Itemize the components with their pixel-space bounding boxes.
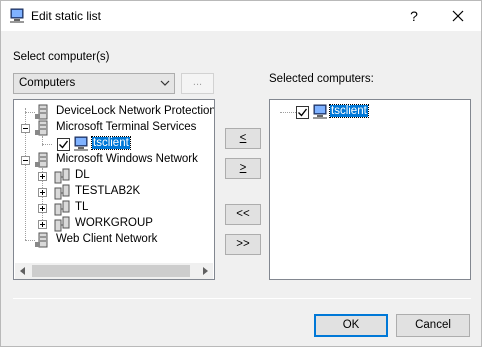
tree-node-label: WORKGROUP <box>75 217 153 229</box>
remove-all-button[interactable]: << <box>225 204 261 225</box>
computer-icon <box>10 8 24 23</box>
expand-icon[interactable] <box>38 188 47 197</box>
browse-button[interactable]: ... <box>181 73 214 94</box>
tree-node-label: tsclient <box>329 104 369 118</box>
computers-combobox[interactable]: Computers <box>13 73 175 94</box>
collapse-icon[interactable] <box>21 156 30 165</box>
server-icon <box>35 104 48 120</box>
close-icon[interactable] <box>447 5 469 27</box>
remove-button-label: < <box>239 132 247 144</box>
checkmark-icon <box>59 140 69 149</box>
scrollbar-thumb[interactable] <box>32 265 190 277</box>
tree-node-windows-network[interactable]: Microsoft Windows Network <box>14 152 214 168</box>
title-bar: Edit static list ? <box>1 1 481 31</box>
tree-node-label: TESTLAB2K <box>75 185 141 197</box>
tree-line <box>42 144 52 145</box>
remove-button[interactable]: < <box>225 128 261 149</box>
selected-computers-tree[interactable]: tsclient <box>269 99 471 280</box>
expand-icon[interactable] <box>38 220 47 229</box>
combobox-value: Computers <box>19 77 76 89</box>
tsclient-checkbox[interactable] <box>57 138 70 151</box>
server-icon <box>35 152 48 168</box>
tree-node-label: tsclient <box>91 136 131 150</box>
scroll-left-icon[interactable] <box>19 267 27 275</box>
server-icon <box>35 120 48 136</box>
selected-node-tsclient[interactable]: tsclient <box>270 104 470 120</box>
network-icon <box>54 184 70 200</box>
tree-node-label: Microsoft Windows Network <box>56 153 198 165</box>
cancel-button[interactable]: Cancel <box>396 314 470 337</box>
tree-node-label: Microsoft Terminal Services <box>56 121 197 133</box>
tree-node-web-client[interactable]: Web Client Network <box>14 232 214 248</box>
select-computers-label: Select computer(s) <box>13 51 110 63</box>
ok-button[interactable]: OK <box>314 314 388 337</box>
available-computers-tree[interactable]: DeviceLock Network Protection Microsoft … <box>13 99 215 280</box>
expand-icon[interactable] <box>38 172 47 181</box>
checkmark-icon <box>298 108 308 117</box>
network-icon <box>54 168 70 184</box>
server-icon <box>35 232 48 248</box>
tree-node-tl[interactable]: TL <box>14 200 214 216</box>
footer-separator <box>13 298 471 299</box>
help-button[interactable]: ? <box>403 5 425 27</box>
scroll-right-icon[interactable] <box>201 267 209 275</box>
tree-node-label: DL <box>75 169 90 181</box>
tree-node-devicelock[interactable]: DeviceLock Network Protection <box>14 104 214 120</box>
computer-icon <box>313 104 327 119</box>
tree-node-dl[interactable]: DL <box>14 168 214 184</box>
tree-node-workgroup[interactable]: WORKGROUP <box>14 216 214 232</box>
selected-computers-label: Selected computers: <box>269 73 374 85</box>
network-icon <box>54 216 70 232</box>
tree-node-label: DeviceLock Network Protection <box>56 105 215 117</box>
tree-node-terminal-services[interactable]: Microsoft Terminal Services <box>14 120 214 136</box>
edit-static-list-dialog: Edit static list ? Select computer(s) Co… <box>0 0 482 347</box>
window-title: Edit static list <box>31 9 102 23</box>
add-all-button[interactable]: >> <box>225 234 261 255</box>
chevron-down-icon <box>160 80 170 86</box>
add-button-label: > <box>239 162 247 174</box>
tree-node-tsclient[interactable]: tsclient <box>14 136 214 152</box>
collapse-icon[interactable] <box>21 124 30 133</box>
computer-icon <box>74 136 88 151</box>
add-button[interactable]: > <box>225 158 261 179</box>
tree-node-label: TL <box>75 201 89 213</box>
horizontal-scrollbar[interactable] <box>15 263 213 279</box>
network-icon <box>54 200 70 216</box>
tree-node-testlab2k[interactable]: TESTLAB2K <box>14 184 214 200</box>
tsclient-checkbox[interactable] <box>296 106 309 119</box>
expand-icon[interactable] <box>38 204 47 213</box>
tree-node-label: Web Client Network <box>56 233 158 245</box>
